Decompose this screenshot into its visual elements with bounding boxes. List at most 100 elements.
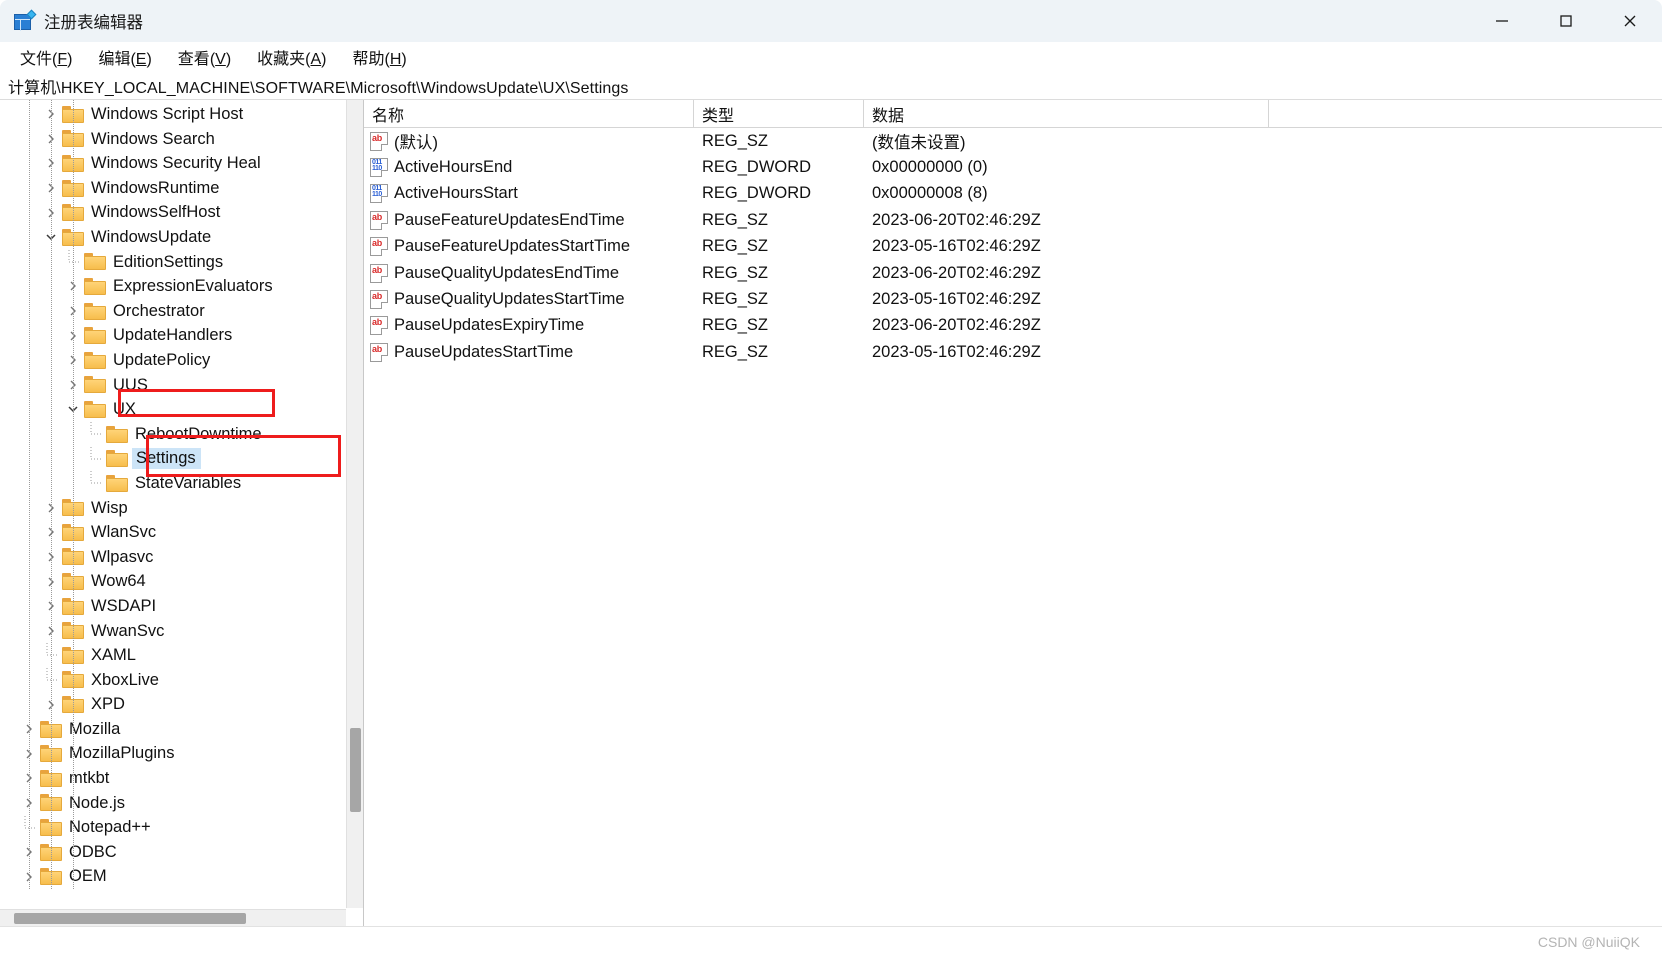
tree-item-odbc[interactable]: ODBC (0, 840, 345, 865)
tree-item-windows-security-heal[interactable]: Windows Security Heal (0, 151, 345, 176)
menu-item-view[interactable]: 查看(V) (168, 42, 241, 72)
tree-item-expressionevaluators[interactable]: ExpressionEvaluators (0, 274, 345, 299)
chevron-right-icon[interactable] (40, 625, 62, 637)
tree-item-xpd[interactable]: XPD (0, 692, 345, 717)
menu-item-favorites[interactable]: 收藏夹(A) (247, 42, 336, 72)
tree-item-mozilla[interactable]: Mozilla (0, 717, 345, 742)
tree-item-xboxlive[interactable]: XboxLive (0, 667, 345, 693)
tree-item-label: XboxLive (91, 670, 159, 689)
value-row[interactable]: ab PauseFeatureUpdatesEndTime REG_SZ 2023-0… (364, 207, 1662, 233)
value-row[interactable]: ab PauseUpdatesExpiryTime REG_SZ 2023-06-20… (364, 313, 1662, 339)
tree-item-wow64[interactable]: Wow64 (0, 569, 345, 594)
chevron-right-icon[interactable] (40, 576, 62, 588)
tree-item-uus[interactable]: UUS (0, 373, 345, 398)
string-value-icon: ab (370, 316, 388, 336)
value-row[interactable]: ab PauseUpdatesStartTime REG_SZ 2023-05-16T… (364, 339, 1662, 365)
chevron-right-icon[interactable] (18, 797, 40, 809)
value-name-cell: ab PauseQualityUpdatesStartTime (364, 290, 694, 310)
tree-item-windowsupdate[interactable]: WindowsUpdate (0, 225, 345, 250)
value-row[interactable]: ab PauseQualityUpdatesEndTime REG_SZ 2023-0… (364, 260, 1662, 286)
folder-icon (106, 474, 128, 492)
chevron-right-icon[interactable] (40, 699, 62, 711)
value-data: 2023-06-20T02:46:29Z (872, 316, 1041, 335)
address-bar[interactable]: 计算机\HKEY_LOCAL_MACHINE\SOFTWARE\Microsof… (0, 72, 1662, 100)
chevron-right-icon[interactable] (40, 551, 62, 563)
value-data: 0x00000008 (8) (872, 184, 988, 203)
tree-item-windowsruntime[interactable]: WindowsRuntime (0, 176, 345, 201)
tree-item-node-js[interactable]: Node.js (0, 791, 345, 816)
column-header-data[interactable]: 数据 (864, 100, 1269, 127)
tree-item-windows-script-host[interactable]: Windows Script Host (0, 102, 345, 127)
tree-item-editionsettings[interactable]: EditionSettings (0, 249, 345, 275)
chevron-right-icon[interactable] (62, 354, 84, 366)
value-name: PauseQualityUpdatesStartTime (394, 290, 625, 309)
maximize-icon[interactable] (1534, 0, 1598, 42)
chevron-right-icon[interactable] (40, 133, 62, 145)
tree-item-windowsselfhost[interactable]: WindowsSelfHost (0, 200, 345, 225)
chevron-right-icon[interactable] (40, 600, 62, 612)
close-icon[interactable] (1598, 0, 1662, 42)
tree-vertical-scroll-thumb[interactable] (350, 728, 361, 812)
value-row[interactable]: 011 110 ActiveHoursStart REG_DWORD 0x0000000… (364, 181, 1662, 207)
chevron-down-icon[interactable] (62, 404, 84, 414)
chevron-down-icon[interactable] (40, 232, 62, 242)
column-header-name[interactable]: 名称 (364, 100, 694, 127)
tree-horizontal-scroll-thumb[interactable] (14, 913, 246, 924)
tree-item-ux[interactable]: UX (0, 397, 345, 422)
chevron-right-icon[interactable] (62, 379, 84, 391)
value-type: REG_DWORD (702, 184, 812, 203)
menu-item-edit[interactable]: 编辑(E) (88, 42, 161, 72)
chevron-right-icon[interactable] (40, 502, 62, 514)
tree-item-notepad[interactable]: Notepad++ (0, 815, 345, 840)
folder-icon (40, 819, 62, 837)
chevron-right-icon[interactable] (62, 280, 84, 292)
registry-editor-window: 注册表编辑器 文件(F) 编辑(E) 查看(V) 收藏夹(A) 帮助(H) 计算… (0, 0, 1662, 956)
tree-vertical-scrollbar[interactable] (346, 100, 363, 908)
chevron-right-icon[interactable] (40, 157, 62, 169)
tree-item-windows-search[interactable]: Windows Search (0, 127, 345, 152)
value-row[interactable]: ab PauseQualityUpdatesStartTime REG_SZ 2023… (364, 286, 1662, 312)
tree-item-oem[interactable]: OEM (0, 864, 345, 889)
chevron-right-icon[interactable] (18, 846, 40, 858)
tree-horizontal-scrollbar[interactable] (0, 909, 346, 926)
chevron-right-icon[interactable] (62, 305, 84, 317)
registry-values-pane: 名称 类型 数据 ab (默认) REG_SZ (数值未设置) 011 110 Active… (364, 100, 1662, 926)
tree-item-wlpasvc[interactable]: Wlpasvc (0, 545, 345, 570)
tree-item-settings[interactable]: Settings (0, 446, 345, 471)
minimize-icon[interactable] (1470, 0, 1534, 42)
value-row[interactable]: ab (默认) REG_SZ (数值未设置) (364, 128, 1662, 154)
value-row[interactable]: 011 110 ActiveHoursEnd REG_DWORD 0x00000000 … (364, 154, 1662, 180)
tree-item-label: Orchestrator (113, 301, 205, 320)
tree-item-wisp[interactable]: Wisp (0, 496, 345, 521)
tree-item-wwansvc[interactable]: WwanSvc (0, 618, 345, 643)
chevron-right-icon[interactable] (18, 723, 40, 735)
value-data: (数值未设置) (872, 134, 966, 153)
tree-item-wsdapi[interactable]: WSDAPI (0, 594, 345, 619)
value-data: 2023-05-16T02:46:29Z (872, 290, 1041, 309)
menu-item-help[interactable]: 帮助(H) (342, 42, 416, 72)
tree-item-label: OEM (69, 867, 107, 886)
chevron-right-icon[interactable] (62, 330, 84, 342)
column-header-type[interactable]: 类型 (694, 100, 864, 127)
tree-item-statevariables[interactable]: StateVariables (0, 471, 345, 496)
tree-item-mozillaplugins[interactable]: MozillaPlugins (0, 741, 345, 766)
tree-item-rebootdowntime[interactable]: RebootDowntime (0, 422, 345, 447)
chevron-right-icon[interactable] (18, 748, 40, 760)
tree-item-updatepolicy[interactable]: UpdatePolicy (0, 348, 345, 373)
menu-item-file[interactable]: 文件(F) (10, 42, 82, 72)
tree-item-orchestrator[interactable]: Orchestrator (0, 299, 345, 324)
tree-item-label: WindowsUpdate (91, 228, 212, 247)
chevron-right-icon[interactable] (18, 871, 40, 883)
chevron-right-icon[interactable] (40, 182, 62, 194)
menu-bar: 文件(F) 编辑(E) 查看(V) 收藏夹(A) 帮助(H) (0, 42, 1662, 72)
tree-item-updatehandlers[interactable]: UpdateHandlers (0, 323, 345, 348)
tree-item-wlansvc[interactable]: WlanSvc (0, 520, 345, 545)
chevron-right-icon[interactable] (40, 207, 62, 219)
chevron-right-icon[interactable] (40, 108, 62, 120)
chevron-right-icon[interactable] (40, 526, 62, 538)
tree-item-mtkbt[interactable]: mtkbt (0, 766, 345, 791)
value-row[interactable]: ab PauseFeatureUpdatesStartTime REG_SZ 2023… (364, 234, 1662, 260)
chevron-right-icon[interactable] (18, 772, 40, 784)
value-type: REG_SZ (702, 131, 769, 150)
tree-item-xaml[interactable]: XAML (0, 643, 345, 668)
